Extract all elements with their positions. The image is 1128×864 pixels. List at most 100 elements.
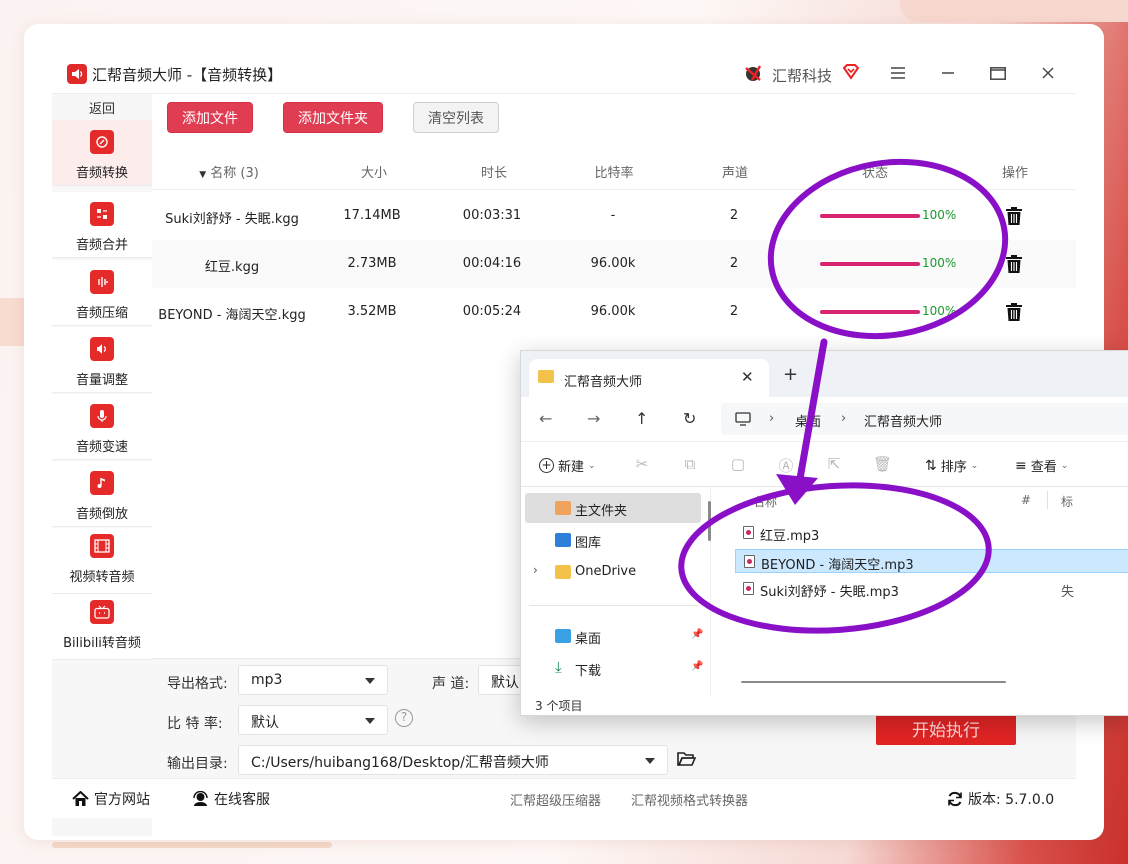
- column-header-number[interactable]: #: [1021, 493, 1031, 507]
- add-folder-button[interactable]: 添加文件夹: [283, 102, 383, 133]
- nav-item-onedrive[interactable]: › OneDrive: [525, 557, 701, 587]
- bitrate-label: 比 特 率:: [167, 716, 223, 732]
- sidebar-item-video-to-audio[interactable]: 视频转音频: [52, 528, 152, 594]
- chevron-right-icon[interactable]: ›: [533, 563, 538, 577]
- clear-list-button[interactable]: 清空列表: [413, 102, 499, 133]
- explorer-tab[interactable]: 汇帮音频大师 ✕: [529, 359, 769, 397]
- column-channels[interactable]: 声道: [722, 162, 748, 181]
- forward-arrow-icon[interactable]: →: [587, 409, 600, 428]
- rename-icon[interactable]: Ⓐ: [777, 455, 795, 475]
- explorer-command-bar: + 新建 ⌄ ✂ ⧉ ▢ Ⓐ ⇱ 🗑 ⇅ 排序 ⌄ ≡ 查看 ⌄: [521, 441, 1128, 487]
- sidebar-item-audio-compress[interactable]: 音频压缩: [52, 260, 152, 326]
- footer: 官方网站 在线客服 汇帮超级压缩器 汇帮视频格式转换器 版本: 5.7.0.0: [52, 778, 1076, 818]
- up-arrow-icon[interactable]: ↑: [635, 409, 648, 428]
- view-button[interactable]: ≡ 查看 ⌄: [1015, 456, 1068, 476]
- nav-item-desktop[interactable]: 桌面 📌: [525, 621, 703, 651]
- headset-icon: [193, 791, 208, 806]
- table-row[interactable]: 红豆.kgg 2.73MB 00:04:16 96.00k 2 100%: [152, 240, 1076, 288]
- bitrate-select[interactable]: 默认: [238, 705, 388, 735]
- sidebar-item-audio-convert[interactable]: 音频转换: [52, 120, 152, 186]
- maximize-icon[interactable]: [987, 63, 1009, 83]
- pin-icon[interactable]: 📌: [691, 629, 703, 640]
- app-logo-icon: [67, 64, 87, 84]
- breadcrumb-desktop[interactable]: 桌面: [795, 411, 821, 430]
- column-header-name[interactable]: 名称: [753, 493, 777, 510]
- start-button[interactable]: 开始执行: [876, 711, 1016, 745]
- website-link[interactable]: 官方网站: [72, 789, 150, 809]
- back-arrow-icon[interactable]: ←: [539, 409, 552, 428]
- support-link[interactable]: 在线客服: [192, 789, 270, 809]
- sidebar-item-audio-merge[interactable]: 音频合并: [52, 192, 152, 258]
- back-link[interactable]: 返回: [52, 98, 152, 117]
- file-explorer-window: 汇帮音频大师 ✕ + ← → ↑ ↻ › 桌面 › 汇帮音频大师 + 新建 ⌄ ✂…: [520, 350, 1128, 716]
- copy-icon[interactable]: ⧉: [681, 455, 699, 473]
- column-size[interactable]: 大小: [361, 162, 387, 181]
- delete-icon[interactable]: [1005, 254, 1023, 274]
- sidebar-item-volume-adjust[interactable]: 音量调整: [52, 327, 152, 393]
- delete-icon[interactable]: [1005, 302, 1023, 322]
- output-dir-select[interactable]: C:/Users/huibang168/Desktop/汇帮音频大师: [238, 745, 668, 775]
- pin-icon[interactable]: 📌: [691, 661, 703, 672]
- share-icon[interactable]: ⇱: [825, 455, 843, 473]
- nav-item-gallery[interactable]: 图库: [525, 525, 701, 555]
- progress-percent: 100%: [922, 208, 957, 222]
- view-list-icon: ≡: [1015, 457, 1027, 474]
- help-icon[interactable]: ?: [395, 709, 413, 727]
- cut-icon[interactable]: ✂: [633, 455, 651, 473]
- output-dir-label: 输出目录:: [167, 756, 228, 772]
- vip-diamond-icon[interactable]: [841, 62, 861, 82]
- add-file-button[interactable]: 添加文件: [167, 102, 253, 133]
- home-icon: [72, 791, 89, 806]
- breadcrumb-folder[interactable]: 汇帮音频大师: [864, 411, 942, 430]
- close-icon[interactable]: [1037, 63, 1059, 83]
- background-decoration: [52, 842, 332, 848]
- computer-icon: [735, 412, 751, 426]
- minimize-icon[interactable]: [937, 63, 959, 83]
- nav-item-home[interactable]: 主文件夹: [525, 493, 701, 523]
- refresh-icon[interactable]: ↻: [683, 409, 696, 428]
- explorer-status-bar: 3 个项目: [521, 697, 1128, 715]
- delete-icon[interactable]: 🗑: [873, 455, 892, 473]
- volume-icon: [90, 337, 114, 361]
- column-bitrate[interactable]: 比特率: [594, 162, 633, 181]
- video-converter-link[interactable]: 汇帮视频格式转换器: [631, 790, 748, 809]
- gallery-icon: [555, 533, 571, 547]
- sidebar-item-audio-speed[interactable]: 音频变速: [52, 394, 152, 460]
- app-title: 汇帮音频大师 -【音频转换】: [92, 66, 283, 84]
- progress-bar: [820, 214, 920, 218]
- column-name[interactable]: ▼ 名称 (3): [199, 162, 259, 181]
- plus-circle-icon: +: [539, 458, 554, 473]
- desktop-icon: [555, 629, 571, 643]
- compressor-link[interactable]: 汇帮超级压缩器: [510, 790, 601, 809]
- horizontal-scrollbar[interactable]: [741, 681, 1006, 683]
- table-row[interactable]: Suki刘舒妤 - 失眠.kgg 17.14MB 00:03:31 - 2 10…: [152, 192, 1076, 240]
- sort-button[interactable]: ⇅ 排序 ⌄: [925, 456, 978, 476]
- column-duration[interactable]: 时长: [481, 162, 507, 181]
- nav-scrollbar[interactable]: [708, 501, 711, 541]
- file-item[interactable]: BEYOND - 海阔天空.mp3: [735, 549, 1128, 573]
- sidebar-item-bilibili-to-audio[interactable]: Bilibili转音频: [52, 594, 152, 660]
- explorer-nav-bar: ← → ↑ ↻ › 桌面 › 汇帮音频大师: [521, 397, 1128, 441]
- progress-percent: 100%: [922, 304, 957, 318]
- folder-icon: [555, 565, 571, 579]
- format-select[interactable]: mp3: [238, 665, 388, 695]
- menu-icon[interactable]: [887, 63, 909, 83]
- audio-compress-icon: [90, 270, 114, 294]
- file-item[interactable]: Suki刘舒妤 - 失眠.mp3 失: [735, 577, 1128, 601]
- table-row[interactable]: BEYOND - 海阔天空.kgg 3.52MB 00:05:24 96.00k…: [152, 288, 1076, 336]
- explorer-nav-pane: 主文件夹 图库 › OneDrive 桌面 📌 ⤓ 下载 📌: [521, 487, 711, 697]
- paste-icon[interactable]: ▢: [729, 455, 747, 473]
- column-header-title[interactable]: 标: [1061, 493, 1073, 510]
- tab-close-icon[interactable]: ✕: [741, 368, 754, 386]
- folder-open-icon[interactable]: [677, 751, 696, 767]
- new-tab-icon[interactable]: +: [783, 364, 798, 385]
- nav-item-downloads[interactable]: ⤓ 下载 📌: [525, 653, 703, 683]
- file-item[interactable]: 红豆.mp3: [735, 521, 1128, 545]
- column-divider: [1047, 491, 1048, 509]
- format-label: 导出格式:: [167, 676, 228, 692]
- version-info[interactable]: 版本: 5.7.0.0: [947, 789, 1054, 809]
- new-button[interactable]: + 新建 ⌄: [539, 456, 596, 475]
- address-bar[interactable]: › 桌面 › 汇帮音频大师: [721, 403, 1128, 435]
- delete-icon[interactable]: [1005, 206, 1023, 226]
- sidebar-item-audio-reverse[interactable]: 音频倒放: [52, 461, 152, 527]
